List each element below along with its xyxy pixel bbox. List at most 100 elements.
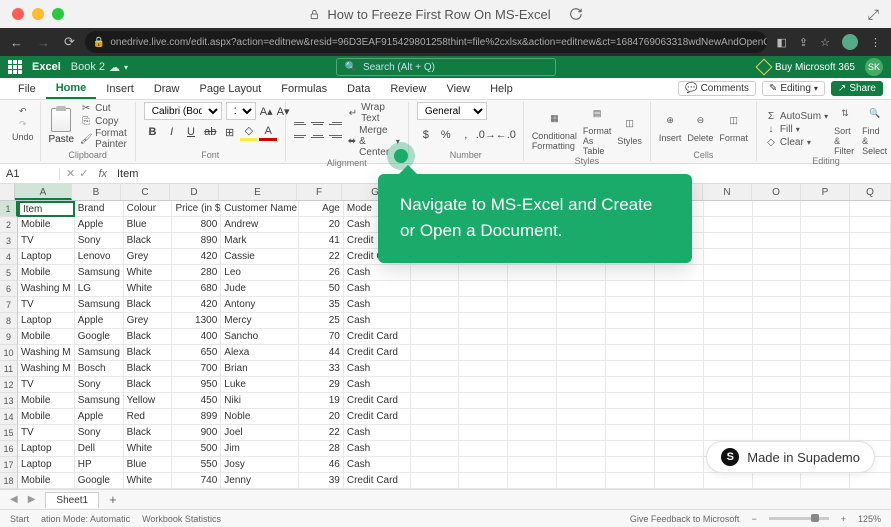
cell[interactable]: Black — [124, 345, 173, 361]
cell[interactable]: 900 — [172, 425, 221, 441]
increase-font-icon[interactable]: A▴ — [260, 102, 273, 120]
cell[interactable]: Laptop — [18, 441, 75, 457]
cell[interactable] — [704, 217, 753, 233]
zoom-slider[interactable] — [769, 517, 829, 520]
cell[interactable] — [508, 425, 557, 441]
col-header-E[interactable]: E — [219, 184, 297, 200]
cell[interactable] — [655, 441, 704, 457]
row-header[interactable]: 1 — [0, 201, 18, 217]
cell[interactable] — [801, 393, 850, 409]
row-header[interactable]: 6 — [0, 281, 18, 297]
cell[interactable]: Price (in $) — [172, 201, 221, 217]
cell[interactable]: Cash — [344, 441, 411, 457]
cell[interactable] — [850, 361, 891, 377]
cell[interactable] — [459, 361, 508, 377]
cell[interactable]: Credit Card — [344, 409, 411, 425]
cell[interactable] — [850, 265, 891, 281]
cell[interactable]: 890 — [172, 233, 221, 249]
cell[interactable]: Yellow — [124, 393, 173, 409]
cell[interactable] — [557, 473, 606, 489]
tab-nav-left[interactable]: ◀ — [10, 494, 18, 505]
cell[interactable] — [655, 393, 704, 409]
cell[interactable]: White — [124, 441, 173, 457]
row-header[interactable]: 3 — [0, 233, 18, 249]
cell[interactable] — [753, 281, 802, 297]
cell[interactable]: Luke — [221, 377, 299, 393]
cell[interactable]: 35 — [299, 297, 344, 313]
underline-button[interactable]: U — [182, 123, 199, 141]
row-header[interactable]: 2 — [0, 217, 18, 233]
cell[interactable] — [606, 409, 655, 425]
cell[interactable] — [606, 393, 655, 409]
cell[interactable]: Apple — [75, 313, 124, 329]
cut-button[interactable]: ✂Cut — [80, 102, 127, 114]
cell[interactable] — [508, 265, 557, 281]
cell[interactable] — [459, 473, 508, 489]
cell[interactable] — [801, 409, 850, 425]
cell[interactable]: Samsung — [75, 265, 124, 281]
font-color-button[interactable]: A — [259, 123, 276, 141]
cell[interactable]: Joel — [221, 425, 299, 441]
reload-icon[interactable] — [569, 7, 583, 21]
cell[interactable] — [850, 217, 891, 233]
cell[interactable] — [704, 361, 753, 377]
col-header-C[interactable]: C — [121, 184, 170, 200]
cell[interactable] — [655, 329, 704, 345]
cell[interactable] — [606, 377, 655, 393]
cell[interactable] — [411, 313, 460, 329]
cell[interactable]: 39 — [299, 473, 344, 489]
cell[interactable]: Mercy — [221, 313, 299, 329]
cell[interactable] — [606, 313, 655, 329]
name-box[interactable]: A1 — [0, 168, 60, 180]
cell[interactable] — [411, 409, 460, 425]
cell[interactable] — [704, 393, 753, 409]
add-sheet-button[interactable]: + — [109, 492, 117, 507]
cell[interactable] — [508, 393, 557, 409]
cell[interactable] — [655, 377, 704, 393]
cell[interactable]: Mobile — [18, 329, 75, 345]
select-all-corner[interactable] — [0, 184, 15, 200]
cell[interactable]: HP — [75, 457, 124, 473]
col-header-D[interactable]: D — [170, 184, 219, 200]
cell[interactable] — [411, 345, 460, 361]
cell[interactable] — [411, 441, 460, 457]
cell[interactable]: 22 — [299, 249, 344, 265]
cell[interactable] — [606, 473, 655, 489]
cell[interactable] — [459, 313, 508, 329]
cell[interactable] — [753, 377, 802, 393]
find-select-button[interactable]: 🔍Find & Select — [862, 102, 887, 156]
cell[interactable]: Cash — [344, 313, 411, 329]
cell[interactable]: Jim — [221, 441, 299, 457]
address-bar[interactable]: 🔒 onedrive.live.com/edit.aspx?action=edi… — [85, 31, 767, 53]
cell[interactable]: Black — [124, 297, 173, 313]
accept-formula-icon[interactable]: ✓ — [79, 167, 88, 180]
cell[interactable]: 41 — [299, 233, 344, 249]
buy-link[interactable]: Buy Microsoft 365 — [758, 61, 855, 73]
cell[interactable]: 420 — [172, 297, 221, 313]
maximize-window-button[interactable] — [52, 8, 64, 20]
cell[interactable]: 50 — [299, 281, 344, 297]
zoom-level[interactable]: 125% — [858, 514, 881, 524]
fullscreen-icon[interactable]: ⤢ — [868, 6, 879, 23]
cell[interactable] — [753, 361, 802, 377]
cell[interactable] — [704, 233, 753, 249]
cell[interactable]: Noble — [221, 409, 299, 425]
cell[interactable]: 70 — [299, 329, 344, 345]
cell[interactable]: 28 — [299, 441, 344, 457]
cell[interactable] — [655, 425, 704, 441]
cell[interactable] — [606, 265, 655, 281]
cell[interactable]: Laptop — [18, 313, 75, 329]
cell[interactable] — [801, 281, 850, 297]
cell[interactable]: Cassie — [221, 249, 299, 265]
tab-data[interactable]: Data — [337, 78, 380, 99]
tab-nav-right[interactable]: ▶ — [28, 494, 36, 505]
col-header-O[interactable]: O — [752, 184, 801, 200]
cell[interactable] — [850, 297, 891, 313]
cell[interactable]: 46 — [299, 457, 344, 473]
tab-review[interactable]: Review — [380, 78, 436, 99]
cell[interactable] — [459, 265, 508, 281]
app-launcher-icon[interactable] — [8, 60, 22, 74]
tab-view[interactable]: View — [436, 78, 480, 99]
cell[interactable]: Samsung — [75, 345, 124, 361]
cell[interactable] — [411, 377, 460, 393]
